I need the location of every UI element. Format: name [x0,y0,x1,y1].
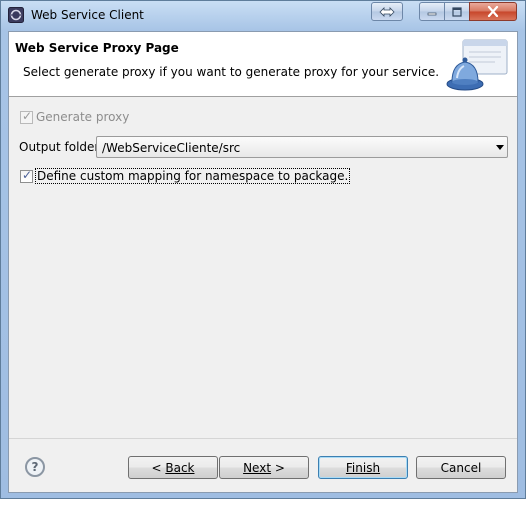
dialog-client-area: Web Service Proxy Page Select generate p… [8,31,518,493]
checkmark-icon: ✓ [22,108,33,123]
restore-icon [379,6,395,17]
output-folder-label-row: Output folder [19,140,99,154]
back-button-prefix: < [151,460,166,475]
wizard-body: ✓ Generate proxy Output folder /WebServi… [9,96,517,438]
generate-proxy-label: Generate proxy [36,110,130,124]
next-button-suffix: > [271,460,285,475]
page-title: Web Service Proxy Page [15,41,179,55]
title-bar[interactable]: Web Service Client [1,1,525,31]
eclipse-app-icon [8,7,24,23]
minimize-icon [427,12,437,15]
dropdown-arrow-icon[interactable] [496,145,504,150]
minimize-button[interactable] [419,2,445,21]
generate-proxy-checkbox[interactable]: ✓ [20,108,33,124]
cancel-button[interactable]: Cancel [416,456,506,479]
finish-button-label: Finish [345,460,381,475]
footer-separator [9,438,517,439]
custom-mapping-row: ✓ Define custom mapping for namespace to… [20,167,351,184]
custom-mapping-checkbox[interactable]: ✓ [20,167,33,183]
output-folder-value: /WebServiceCliente/src [102,141,241,155]
output-folder-combo[interactable]: /WebServiceCliente/src [96,136,508,158]
help-icon: ? [31,460,39,474]
back-button-label: Back [165,460,195,475]
dialog-window: Web Service Client Web Service Proxy Pag [0,0,526,499]
output-folder-label: Output folder [19,140,100,154]
generate-proxy-row: ✓ Generate proxy [20,108,130,124]
cancel-button-label: Cancel [440,460,482,475]
maximize-icon [452,6,462,17]
wizard-header: Web Service Proxy Page Select generate p… [9,32,517,97]
window-title: Web Service Client [31,8,144,22]
close-icon [487,6,499,17]
back-button[interactable]: < Back [128,456,218,479]
custom-mapping-label[interactable]: Define custom mapping for namespace to p… [34,168,351,184]
service-bell-icon [446,39,508,91]
maximize-button[interactable] [444,2,470,21]
page-description: Select generate proxy if you want to gen… [23,65,440,79]
restore-button[interactable] [371,2,403,21]
checkmark-icon: ✓ [22,167,33,182]
close-button[interactable] [469,2,517,21]
next-button-label: Next [243,460,272,475]
finish-button[interactable]: Finish [318,456,408,479]
next-button[interactable]: Next > [219,456,309,479]
help-button[interactable]: ? [25,457,45,477]
